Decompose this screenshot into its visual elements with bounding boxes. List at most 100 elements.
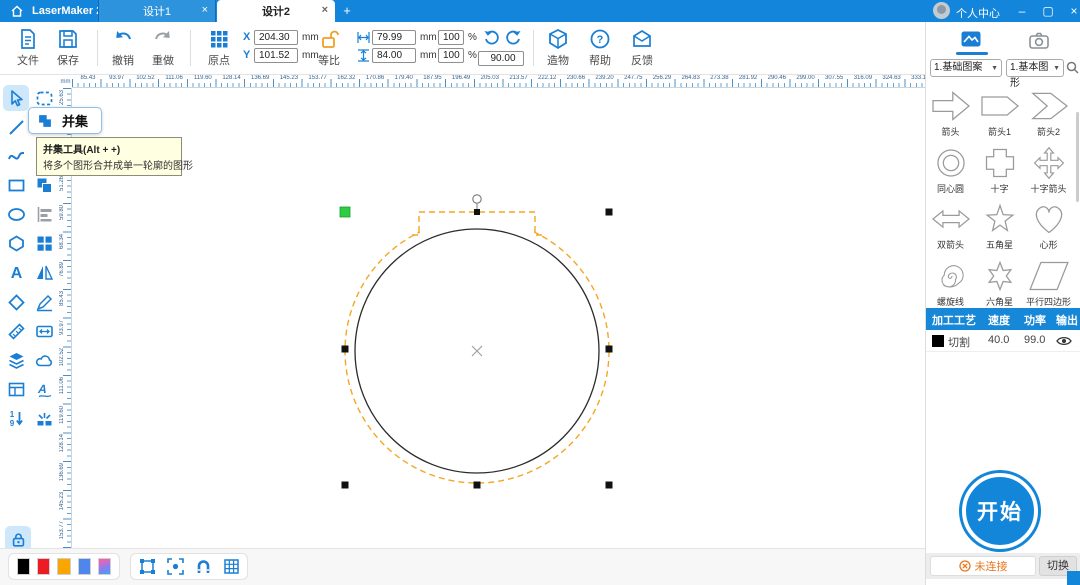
shape-double-arrow[interactable]: 双箭头 <box>926 195 975 251</box>
start-button[interactable]: 开始 <box>962 473 1038 549</box>
shape-spiral[interactable]: 螺旋线 <box>926 252 975 308</box>
home-icon[interactable] <box>10 4 24 18</box>
fit-view-icon[interactable] <box>167 557 184 577</box>
mirror-tool[interactable] <box>31 259 57 285</box>
create-button[interactable]: 造物 <box>536 28 580 70</box>
handle-bottom-right[interactable] <box>605 481 613 489</box>
polygon-tool[interactable] <box>3 230 29 256</box>
handle-bottom-center[interactable] <box>473 481 481 489</box>
minimize-button[interactable]: – <box>1010 0 1034 22</box>
measure-tool[interactable] <box>3 318 29 344</box>
shape-arrow[interactable]: 箭头 <box>926 82 975 138</box>
shape-cross[interactable]: 十字 <box>975 139 1024 195</box>
shape-arrow-1[interactable]: 箭头1 <box>975 82 1024 138</box>
handle-mid-left[interactable] <box>341 345 349 353</box>
ratio-lock-button[interactable]: 等比 <box>308 28 350 70</box>
user-center-label[interactable]: 个人中心 <box>956 5 1000 21</box>
help-button[interactable]: ? 帮助 <box>578 28 622 70</box>
col-process: 加工工艺 <box>932 315 976 327</box>
category-dropdown[interactable]: ▼ 1.基础图案 <box>930 59 1002 77</box>
rotate-handle[interactable] <box>472 194 482 204</box>
connection-status[interactable]: 未连接 <box>930 556 1036 576</box>
new-tab-button[interactable]: + <box>340 3 354 18</box>
redo-button[interactable]: 重做 <box>141 28 185 70</box>
color-swatch-3[interactable] <box>77 558 91 575</box>
save-button[interactable]: 保存 <box>46 28 90 70</box>
width-input[interactable]: 79.99 <box>372 30 416 45</box>
tab-close-icon[interactable]: × <box>202 4 208 16</box>
skew-tool[interactable]: A <box>31 376 57 402</box>
origin-button[interactable]: 原点 <box>197 28 241 70</box>
magnet-icon[interactable] <box>195 557 212 577</box>
grid-icon[interactable] <box>223 557 240 577</box>
y-input[interactable]: 101.52 <box>254 48 298 63</box>
design-canvas[interactable] <box>72 88 925 548</box>
weld-tool[interactable] <box>31 405 57 431</box>
node-edit-tool[interactable] <box>31 289 57 315</box>
height-pct-input[interactable]: 100 <box>438 48 464 63</box>
table-tool[interactable] <box>3 376 29 402</box>
ruler-tick-label: 93.97 <box>59 319 65 335</box>
cloud-tool[interactable] <box>31 347 57 373</box>
artboard-icon[interactable] <box>139 557 156 577</box>
process-table-row[interactable]: 切割 40.0 99.0 <box>926 330 1080 352</box>
feedback-icon <box>633 29 651 47</box>
shape-heart[interactable]: 心形 <box>1024 195 1073 251</box>
select-tool[interactable] <box>3 85 29 111</box>
shape-star-6[interactable]: 六角星 <box>975 252 1024 308</box>
feedback-button[interactable]: 反馈 <box>620 28 664 70</box>
eraser-tool[interactable] <box>3 289 29 315</box>
process-name: 切割 <box>948 337 970 349</box>
angle-input[interactable]: 90.00 <box>478 51 524 66</box>
output-visibility-icon[interactable] <box>1056 334 1072 348</box>
undo-button[interactable]: 撤销 <box>101 28 145 70</box>
text-tool[interactable]: A <box>3 259 29 285</box>
tab-close-icon[interactable]: × <box>322 4 328 16</box>
shape-star-5[interactable]: 五角星 <box>975 195 1024 251</box>
shape-parallelogram[interactable]: 平行四边形 <box>1024 252 1073 308</box>
color-swatch-0[interactable] <box>17 558 31 575</box>
maximize-button[interactable]: ▢ <box>1036 0 1060 22</box>
color-swatch-1[interactable] <box>37 558 51 575</box>
tab-graphics-gallery[interactable] <box>956 28 986 52</box>
file-button[interactable]: 文件 <box>6 28 50 70</box>
handle-top-left-start-point[interactable] <box>339 206 351 218</box>
handle-top-center[interactable] <box>474 209 480 215</box>
union-tool-popup[interactable]: 并集 <box>28 107 102 134</box>
width-pct-input[interactable]: 100 <box>438 30 464 45</box>
handle-bottom-left[interactable] <box>341 481 349 489</box>
doc-tab-design2[interactable]: 设计2 × <box>217 0 335 22</box>
avatar[interactable] <box>933 2 950 19</box>
dimension-tool[interactable] <box>31 318 57 344</box>
rectangle-tool[interactable] <box>3 172 29 198</box>
shape-concentric-circle[interactable]: 同心圆 <box>926 139 975 195</box>
color-swatch-2[interactable] <box>57 558 71 575</box>
layers-tool[interactable] <box>3 347 29 373</box>
curve-tool[interactable] <box>3 143 29 169</box>
shape-arrow-2[interactable]: 箭头2 <box>1024 82 1073 138</box>
rotate-ccw-icon[interactable] <box>483 29 500 46</box>
rotate-cw-icon[interactable] <box>505 29 522 46</box>
line-tool[interactable] <box>3 114 29 140</box>
eraser-icon <box>7 293 25 311</box>
handle-top-right[interactable] <box>605 208 613 216</box>
close-button[interactable]: × <box>1062 0 1080 22</box>
height-input[interactable]: 84.00 <box>372 48 416 63</box>
group-tool[interactable] <box>31 230 57 256</box>
shape-cross-arrow[interactable]: 十字箭头 <box>1024 139 1073 195</box>
color-swatch-4[interactable] <box>97 558 112 575</box>
top-ruler[interactable]: 85.43 93.97 102.52 111.06 119.60 128.14 136.69… <box>72 75 925 88</box>
process-color-swatch[interactable] <box>932 335 944 347</box>
tab-camera[interactable] <box>1024 28 1054 52</box>
bottom-right-toggle[interactable] <box>1067 571 1080 585</box>
ruler-tick-label: 153.77 <box>59 520 65 539</box>
align-tool[interactable] <box>31 201 57 227</box>
sort-tool[interactable]: 19 <box>3 405 29 431</box>
gallery-scrollbar[interactable] <box>1076 112 1079 202</box>
subcategory-dropdown[interactable]: ▼ 1.基本图形 <box>1006 59 1064 89</box>
handle-mid-right[interactable] <box>605 345 613 353</box>
x-input[interactable]: 204.30 <box>254 30 298 45</box>
doc-tab-design1[interactable]: 设计1 × <box>98 0 216 22</box>
search-icon[interactable] <box>1066 61 1079 74</box>
ellipse-tool[interactable] <box>3 201 29 227</box>
